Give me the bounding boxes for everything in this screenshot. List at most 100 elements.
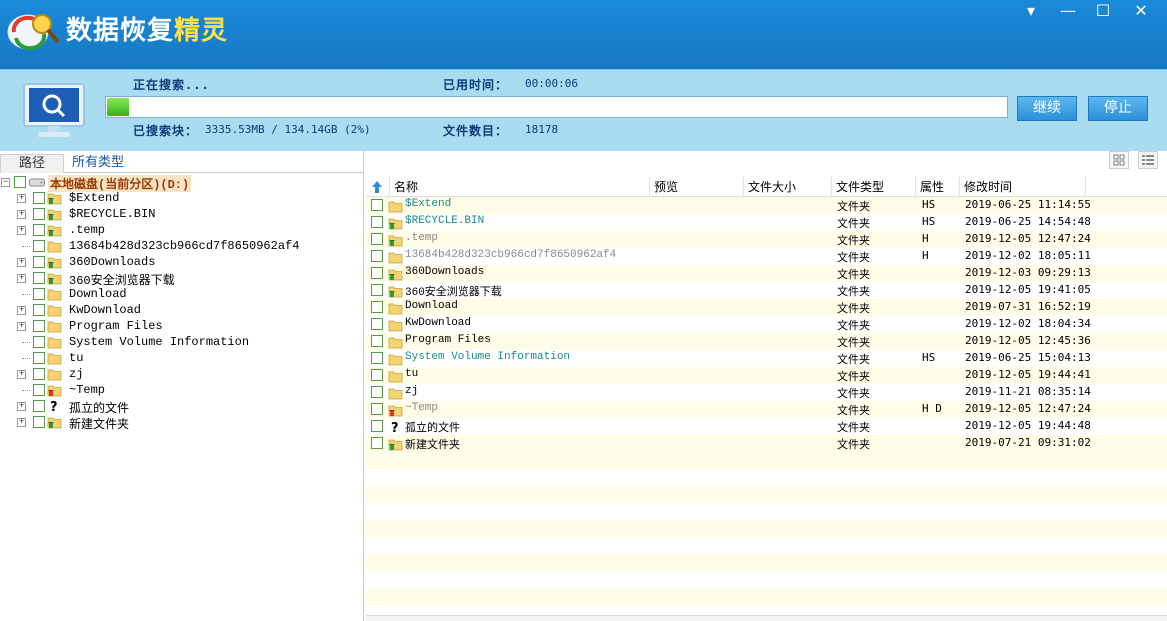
- tree-root[interactable]: − 本地磁盘(当前分区)(D:): [0, 174, 363, 192]
- tree-item-checkbox[interactable]: [33, 192, 45, 204]
- tab-all-types[interactable]: 所有类型: [72, 154, 124, 173]
- table-row[interactable]: 13684b428d323cb966cd7f8650962af4 文件夹 H 2019…: [366, 248, 1167, 265]
- table-row[interactable]: KwDownload 文件夹 2019-12-02 18:04:34: [366, 316, 1167, 333]
- table-row[interactable]: Download 文件夹 2019-07-31 16:52:19: [366, 299, 1167, 316]
- expand-icon[interactable]: +: [17, 210, 26, 219]
- tree-item[interactable]: + $Extend: [0, 190, 363, 206]
- row-checkbox[interactable]: [371, 437, 383, 449]
- tree-item-checkbox[interactable]: [33, 368, 45, 380]
- tree-item-checkbox[interactable]: [33, 320, 45, 332]
- tree-item-checkbox[interactable]: [33, 336, 45, 348]
- expand-icon[interactable]: +: [17, 322, 26, 331]
- tree-item[interactable]: + $RECYCLE.BIN: [0, 206, 363, 222]
- table-row[interactable]: 360Downloads 文件夹 2019-12-03 09:29:13: [366, 265, 1167, 282]
- tree-item-checkbox[interactable]: [33, 400, 45, 412]
- tree-item[interactable]: ~Temp: [0, 382, 363, 398]
- row-checkbox[interactable]: [371, 403, 383, 415]
- expand-icon[interactable]: +: [17, 194, 26, 203]
- tree-item[interactable]: +360Downloads: [0, 254, 363, 270]
- tree-item[interactable]: + KwDownload: [0, 302, 363, 318]
- row-checkbox[interactable]: [371, 199, 383, 211]
- row-checkbox[interactable]: [371, 386, 383, 398]
- row-checkbox[interactable]: [371, 233, 383, 245]
- expand-icon[interactable]: +: [17, 306, 26, 315]
- tree-item[interactable]: + Program Files: [0, 318, 363, 334]
- collapse-icon[interactable]: −: [1, 178, 10, 187]
- row-checkbox[interactable]: [371, 369, 383, 381]
- tree-item[interactable]: System Volume Information: [0, 334, 363, 350]
- tree-item-checkbox[interactable]: [33, 288, 45, 300]
- row-checkbox[interactable]: [371, 420, 383, 432]
- row-checkbox[interactable]: [371, 250, 383, 262]
- tree-item-checkbox[interactable]: [33, 416, 45, 428]
- table-row[interactable]: zj 文件夹 2019-11-21 08:35:14: [366, 384, 1167, 401]
- tree-item[interactable]: +? 孤立的文件: [0, 398, 363, 416]
- column-name[interactable]: 名称: [390, 177, 650, 197]
- table-row[interactable]: 360安全浏览器下载 文件夹 2019-12-05 19:41:05: [366, 282, 1167, 299]
- tree-item-checkbox[interactable]: [33, 224, 45, 236]
- tree-connector: [22, 246, 30, 247]
- file-count-value: 18178: [525, 123, 559, 136]
- table-row[interactable]: System Volume Information 文件夹 HS 2019-06-25…: [366, 350, 1167, 367]
- row-checkbox[interactable]: [371, 284, 383, 296]
- row-modified-time: 2019-12-05 12:47:24: [965, 232, 1091, 245]
- expand-icon[interactable]: +: [17, 370, 26, 379]
- tree-item-icon: [47, 351, 62, 365]
- table-row[interactable]: .temp 文件夹 H 2019-12-05 12:47:24: [366, 231, 1167, 248]
- tree-item-checkbox[interactable]: [33, 352, 45, 364]
- folder-icon: [47, 321, 62, 333]
- table-row[interactable]: ? 孤立的文件 文件夹 2019-12-05 19:44:48: [366, 418, 1167, 436]
- grid-view-button[interactable]: [1109, 151, 1129, 169]
- tab-path[interactable]: 路径: [0, 154, 64, 173]
- tree-item-checkbox[interactable]: [33, 208, 45, 220]
- column-size[interactable]: 文件大小: [744, 177, 832, 197]
- expand-icon[interactable]: +: [17, 258, 26, 267]
- tree-item-checkbox[interactable]: [33, 256, 45, 268]
- folder-deleted-icon: [388, 405, 403, 417]
- maximize-button[interactable]: ☐: [1088, 2, 1118, 22]
- table-row[interactable]: tu 文件夹 2019-12-05 19:44:41: [366, 367, 1167, 384]
- svg-text:?: ?: [50, 400, 58, 413]
- close-button[interactable]: ✕: [1126, 2, 1156, 22]
- tree-item[interactable]: 13684b428d323cb966cd7f8650962af4: [0, 238, 363, 254]
- column-type[interactable]: 文件类型: [832, 177, 916, 197]
- tree-item[interactable]: + 新建文件夹: [0, 414, 363, 432]
- row-modified-time: 2019-06-25 14:54:48: [965, 215, 1091, 228]
- elapsed-time-value: 00:00:06: [525, 77, 578, 90]
- column-attributes[interactable]: 属性: [916, 177, 960, 197]
- tree-item-checkbox[interactable]: [33, 272, 45, 284]
- expand-icon[interactable]: +: [17, 418, 26, 427]
- row-checkbox[interactable]: [371, 301, 383, 313]
- horizontal-scrollbar[interactable]: [366, 615, 1167, 621]
- tree-item[interactable]: + .temp: [0, 222, 363, 238]
- up-arrow-button[interactable]: [366, 177, 390, 197]
- row-checkbox[interactable]: [371, 352, 383, 364]
- menu-dropdown-button[interactable]: ▾: [1016, 2, 1046, 22]
- row-checkbox[interactable]: [371, 267, 383, 279]
- table-row[interactable]: $Extend 文件夹 HS 2019-06-25 11:14:55: [366, 197, 1167, 214]
- tree-item-checkbox[interactable]: [33, 304, 45, 316]
- expand-icon[interactable]: +: [17, 226, 26, 235]
- expand-icon[interactable]: +: [17, 274, 26, 283]
- stop-button[interactable]: 停止: [1088, 96, 1148, 121]
- table-row[interactable]: ~Temp 文件夹 H D 2019-12-05 12:47:24: [366, 401, 1167, 418]
- table-row[interactable]: Program Files 文件夹 2019-12-05 12:45:36: [366, 333, 1167, 350]
- list-view-button[interactable]: [1138, 151, 1158, 169]
- tree-item[interactable]: +360安全浏览器下载: [0, 270, 363, 288]
- row-checkbox[interactable]: [371, 335, 383, 347]
- column-preview[interactable]: 预览: [650, 177, 744, 197]
- row-checkbox[interactable]: [371, 216, 383, 228]
- table-row[interactable]: $RECYCLE.BIN 文件夹 HS 2019-06-25 14:54:48: [366, 214, 1167, 231]
- tree-item[interactable]: + zj: [0, 366, 363, 382]
- tree-item-checkbox[interactable]: [33, 384, 45, 396]
- continue-button[interactable]: 继续: [1017, 96, 1077, 121]
- tree-item-checkbox[interactable]: [33, 240, 45, 252]
- tree-root-checkbox[interactable]: [14, 176, 26, 188]
- minimize-button[interactable]: —: [1053, 2, 1083, 22]
- row-checkbox[interactable]: [371, 318, 383, 330]
- table-row[interactable]: 新建文件夹 文件夹 2019-07-21 09:31:02: [366, 435, 1167, 452]
- column-modified-time[interactable]: 修改时间: [960, 177, 1086, 197]
- expand-icon[interactable]: +: [17, 402, 26, 411]
- tree-item[interactable]: Download: [0, 286, 363, 302]
- tree-item[interactable]: tu: [0, 350, 363, 366]
